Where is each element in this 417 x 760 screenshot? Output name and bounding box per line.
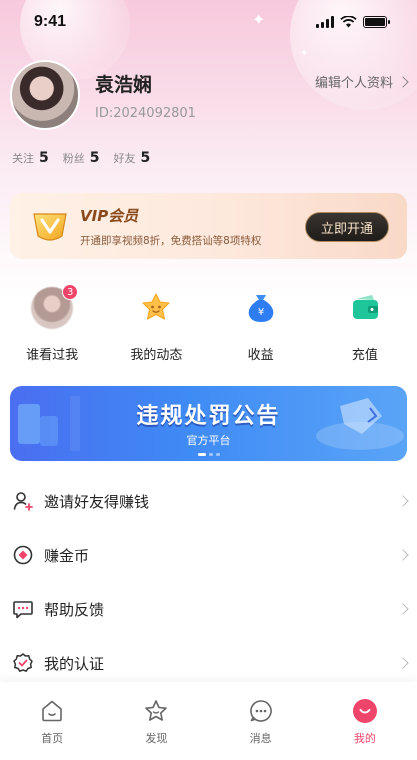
edit-profile-label: 编辑个人资料 <box>314 76 393 91</box>
stat-friends[interactable]: 好友 5 <box>114 150 151 166</box>
star-face-icon <box>134 286 178 330</box>
menu-item-help-feedback[interactable]: 帮助反馈 <box>0 582 417 636</box>
carousel-dots <box>197 453 220 456</box>
banner-subtitle: 官方平台 <box>186 434 231 447</box>
verified-badge-icon <box>12 652 34 674</box>
menu-item-label: 帮助反馈 <box>44 600 105 619</box>
vip-crown-icon <box>33 213 67 241</box>
menu-item-earn-coins[interactable]: 赚金币 <box>0 528 417 582</box>
quick-action-recharge[interactable]: 充值 <box>313 286 417 363</box>
tab-home[interactable]: 首页 <box>0 682 104 760</box>
signal-icon <box>316 16 334 28</box>
chevron-right-icon <box>397 75 409 88</box>
carousel-dot[interactable] <box>215 453 220 456</box>
carousel-dot[interactable] <box>208 453 213 456</box>
coin-icon <box>12 544 34 566</box>
invite-user-icon <box>12 490 34 512</box>
stat-following[interactable]: 关注 5 <box>12 150 49 166</box>
tab-label: 发现 <box>145 732 168 745</box>
username: 袁浩娴 <box>95 74 153 96</box>
stat-value: 5 <box>140 150 151 166</box>
chevron-right-icon <box>397 495 409 507</box>
stat-value: 5 <box>39 150 49 166</box>
stat-fans[interactable]: 粉丝 5 <box>63 150 100 166</box>
notification-badge: 3 <box>62 284 79 300</box>
follow-stats: 关注 5 粉丝 5 好友 5 <box>12 150 150 166</box>
stat-label: 粉丝 <box>62 152 85 165</box>
status-time: 9:41 <box>34 13 67 30</box>
tab-me[interactable]: 我的 <box>313 682 417 760</box>
announcement-banner[interactable]: 违规处罚公告 官方平台 <box>10 386 407 461</box>
vip-activate-button[interactable]: 立即开通 <box>305 212 389 242</box>
settings-menu: 邀请好友得赚钱 赚金币 帮助反馈 我的认证 <box>0 474 417 690</box>
profile-icon <box>352 699 377 723</box>
stat-value: 5 <box>89 150 100 166</box>
chat-feedback-icon <box>12 598 34 620</box>
menu-item-label: 赚金币 <box>44 546 90 565</box>
quick-action-label: 收益 <box>247 348 274 363</box>
wallet-icon <box>343 286 387 330</box>
stat-label: 好友 <box>113 152 136 165</box>
profile-header: 袁浩娴 ID:2024092801 编辑个人资料 <box>10 60 409 130</box>
carousel-dot[interactable] <box>197 453 206 456</box>
stat-label: 关注 <box>12 152 34 165</box>
menu-item-invite-friends[interactable]: 邀请好友得赚钱 <box>0 474 417 528</box>
quick-action-my-posts[interactable]: 我的动态 <box>104 286 208 363</box>
vip-title: VIP会员 <box>80 207 139 225</box>
quick-action-earnings[interactable]: ¥ 收益 <box>209 286 313 363</box>
status-bar: 9:41 <box>0 0 417 44</box>
message-icon <box>249 700 272 722</box>
quick-action-label: 充值 <box>351 348 378 363</box>
vip-card[interactable]: VIP会员 开通即享视频8折，免费搭讪等8项特权 立即开通 <box>10 193 407 259</box>
wifi-icon <box>340 16 357 28</box>
tab-messages[interactable]: 消息 <box>209 682 313 760</box>
quick-actions: 3 谁看过我 我的动态 ¥ 收益 充值 <box>0 284 417 363</box>
menu-item-label: 邀请好友得赚钱 <box>44 492 150 511</box>
chevron-right-icon <box>397 549 409 561</box>
avatar[interactable] <box>10 60 80 130</box>
user-id: ID:2024092801 <box>95 106 196 121</box>
banner-title: 违规处罚公告 <box>136 404 281 429</box>
chevron-right-icon <box>397 603 409 615</box>
status-icons <box>316 16 390 28</box>
discover-icon <box>145 700 168 721</box>
bottom-tab-bar: 首页 发现 消息 我的 <box>0 682 417 760</box>
quick-action-label: 谁看过我 <box>26 348 79 363</box>
tab-label: 消息 <box>249 732 272 745</box>
tab-label: 我的 <box>353 732 376 745</box>
home-icon <box>42 700 62 722</box>
vip-description: 开通即享视频8折，免费搭讪等8项特权 <box>80 235 262 247</box>
visitor-avatar-wrap: 3 <box>30 284 79 330</box>
quick-action-visitors[interactable]: 3 谁看过我 <box>0 284 104 363</box>
battery-icon <box>363 16 390 28</box>
money-bag-icon: ¥ <box>239 286 283 330</box>
tab-discover[interactable]: 发现 <box>104 682 208 760</box>
chevron-right-icon <box>397 657 409 669</box>
quick-action-label: 我的动态 <box>130 348 183 363</box>
tab-label: 首页 <box>41 732 64 745</box>
menu-item-label: 我的认证 <box>44 654 105 673</box>
svg-text:¥: ¥ <box>257 307 263 318</box>
edit-profile-link[interactable]: 编辑个人资料 <box>314 72 409 91</box>
